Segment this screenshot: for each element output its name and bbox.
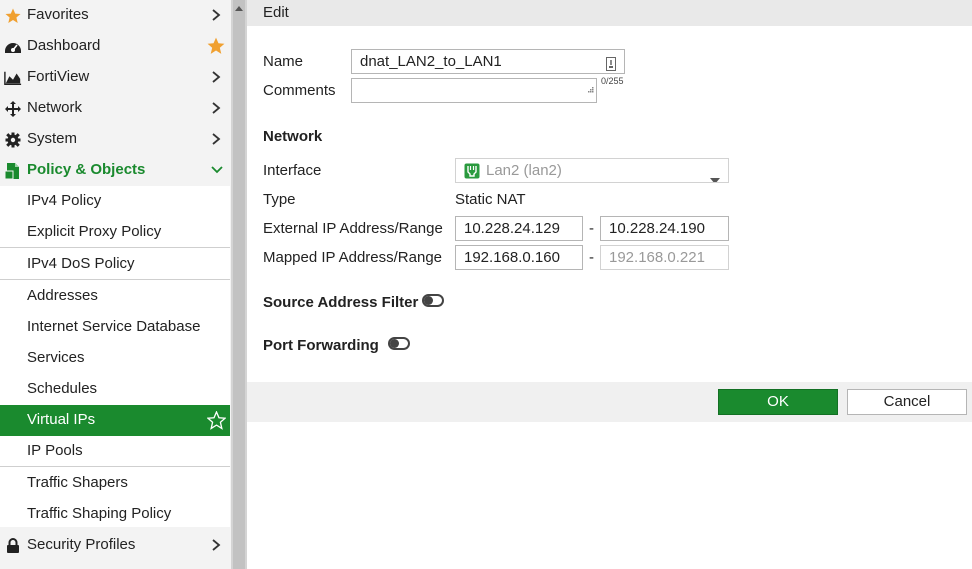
chart-area-icon [4, 69, 22, 87]
sidebar-item-label: IPv4 DoS Policy [27, 255, 135, 272]
name-label: Name [263, 53, 304, 70]
favorite-star-icon[interactable] [207, 37, 225, 59]
source-address-filter-label: Source Address Filter [263, 294, 419, 311]
sidebar-item-label: IP Pools [27, 442, 83, 459]
sidebar-item-ipv4-policy[interactable]: IPv4 Policy [0, 186, 230, 217]
nav-system[interactable]: System [0, 124, 230, 155]
menu-divider [0, 279, 230, 280]
policy-document-icon [4, 162, 22, 180]
network-section-title: Network [263, 128, 323, 145]
sidebar-item-explicit-proxy-policy[interactable]: Explicit Proxy Policy [0, 217, 230, 248]
mapped-ip-label: Mapped IP Address/Range [263, 249, 443, 266]
comments-textarea[interactable] [351, 78, 597, 103]
sidebar-item-addresses[interactable]: Addresses [0, 281, 230, 312]
sidebar-item-label: IPv4 Policy [27, 192, 102, 209]
external-ip-start-value: 10.228.24.129 [464, 220, 560, 237]
dashboard-icon [4, 38, 22, 56]
sidebar-item-virtual-ips[interactable]: Virtual IPs [0, 405, 230, 436]
nav-security-profiles-label: Security Profiles [27, 536, 136, 553]
sidebar-scrollbar-thumb[interactable] [233, 0, 245, 569]
external-ip-start-input[interactable]: 10.228.24.129 [455, 216, 583, 241]
chevron-right-icon [210, 69, 222, 85]
sidebar-item-traffic-shapers[interactable]: Traffic Shapers [0, 468, 230, 499]
sidebar-item-ip-pools[interactable]: IP Pools [0, 436, 230, 467]
nav-favorites-label: Favorites [27, 6, 89, 23]
mapped-ip-end-input: 192.168.0.221 [600, 245, 729, 270]
external-ip-label: External IP Address/Range [263, 220, 443, 237]
nav-policy-objects[interactable]: Policy & Objects [0, 155, 230, 186]
nav-system-label: System [27, 130, 78, 147]
nav-fortiview[interactable]: FortiView [0, 62, 230, 93]
source-address-filter-toggle[interactable] [422, 294, 444, 307]
edit-header: Edit [247, 0, 972, 26]
type-value: Static NAT [455, 191, 526, 208]
menu-divider [0, 247, 230, 248]
chevron-right-icon [210, 7, 222, 23]
star-icon [4, 7, 22, 25]
sidebar-item-label: Explicit Proxy Policy [27, 223, 162, 240]
name-input[interactable]: dnat_LAN2_to_LAN1 [351, 49, 625, 74]
sidebar: Favorites Dashboard FortiView Network Sy… [0, 0, 231, 569]
favorite-star-outline-icon[interactable] [206, 410, 227, 434]
name-input-value: dnat_LAN2_to_LAN1 [360, 53, 502, 70]
mapped-ip-end-value: 192.168.0.221 [609, 249, 705, 266]
range-separator: - [589, 249, 594, 266]
sidebar-item-internet-service-database[interactable]: Internet Service Database [0, 312, 230, 343]
sidebar-item-label: Virtual IPs [27, 411, 96, 428]
port-forwarding-toggle[interactable] [388, 337, 410, 350]
nav-dashboard-label: Dashboard [27, 37, 101, 54]
interface-label: Interface [263, 162, 322, 179]
cancel-button[interactable]: Cancel [847, 389, 967, 415]
scroll-up-arrow-icon[interactable] [233, 2, 245, 14]
sidebar-item-label: Traffic Shapers [27, 474, 128, 491]
sidebar-item-services[interactable]: Services [0, 343, 230, 374]
ok-button[interactable]: OK [718, 389, 838, 415]
type-label: Type [263, 191, 296, 208]
nav-dashboard[interactable]: Dashboard [0, 31, 230, 62]
comments-label: Comments [263, 82, 336, 99]
dropdown-arrow-icon [710, 168, 720, 182]
sidebar-item-label: Services [27, 349, 85, 366]
external-ip-end-value: 10.228.24.190 [609, 220, 705, 237]
external-ip-end-input[interactable]: 10.228.24.190 [600, 216, 729, 241]
port-forwarding-label: Port Forwarding [263, 337, 379, 354]
sidebar-item-label: Schedules [27, 380, 98, 397]
text-length-icon [606, 55, 616, 73]
page-title: Edit [263, 4, 289, 21]
network-arrows-icon [4, 100, 22, 118]
sidebar-item-schedules[interactable]: Schedules [0, 374, 230, 405]
interface-value: Lan2 (lan2) [486, 162, 562, 179]
chevron-right-icon [210, 100, 222, 116]
range-separator: - [589, 220, 594, 237]
sidebar-item-label: Internet Service Database [27, 318, 201, 335]
nav-fortiview-label: FortiView [27, 68, 90, 85]
nav-network[interactable]: Network [0, 93, 230, 124]
nav-favorites[interactable]: Favorites [0, 0, 230, 31]
chevron-down-icon [210, 163, 223, 179]
comments-counter: 0/255 [601, 76, 624, 86]
interface-select[interactable]: Lan2 (lan2) [455, 158, 729, 183]
mapped-ip-start-input[interactable]: 192.168.0.160 [455, 245, 583, 270]
nav-security-profiles[interactable]: Security Profiles [0, 530, 230, 561]
gear-icon [4, 131, 22, 149]
lock-icon [4, 537, 22, 555]
sidebar-item-ipv4-dos-policy[interactable]: IPv4 DoS Policy [0, 249, 230, 280]
resize-handle-icon[interactable] [586, 79, 594, 100]
sidebar-item-label: Traffic Shaping Policy [27, 505, 172, 522]
sidebar-item-traffic-shaping-policy[interactable]: Traffic Shaping Policy [0, 499, 230, 530]
sidebar-item-label: Addresses [27, 287, 98, 304]
ethernet-port-icon [464, 163, 480, 182]
chevron-right-icon [210, 537, 222, 553]
mapped-ip-start-value: 192.168.0.160 [464, 249, 560, 266]
chevron-right-icon [210, 131, 222, 147]
menu-divider [0, 466, 230, 467]
nav-policy-objects-label: Policy & Objects [27, 161, 146, 178]
nav-network-label: Network [27, 99, 83, 116]
